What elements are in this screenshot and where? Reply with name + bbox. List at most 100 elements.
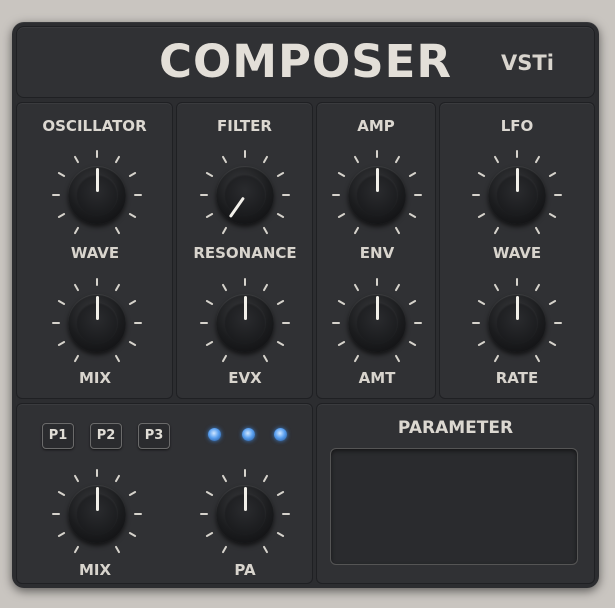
knob-tick: [337, 300, 346, 305]
status-led-3: [274, 428, 287, 441]
knob-tick: [276, 532, 285, 537]
parameter-section: PARAMETER: [316, 403, 595, 584]
amp-env-label: ENV: [359, 244, 395, 262]
knob-tick: [222, 226, 227, 235]
knob-tick: [222, 155, 227, 164]
oscillator-mix-label: MIX: [78, 369, 112, 387]
oscillator-title: OSCILLATOR: [42, 117, 147, 135]
knob-tick: [222, 283, 227, 292]
knob-tick: [57, 532, 66, 537]
filter-resonance-knob[interactable]: [197, 147, 293, 243]
knob-tick: [115, 155, 120, 164]
knob-tick: [494, 354, 499, 363]
knob-tick: [222, 474, 227, 483]
knob-tick: [74, 283, 79, 292]
oscillator-wave-knob[interactable]: [49, 147, 145, 243]
knob-tick: [205, 300, 214, 305]
knob-tick: [477, 172, 486, 177]
oscillator-section: OSCILLATOR WAVE MIX: [16, 102, 173, 399]
knob-tick: [128, 172, 137, 177]
knob-tick: [354, 226, 359, 235]
knob-tick: [276, 213, 285, 218]
filter-title: FILTER: [217, 117, 272, 135]
knob-tick: [535, 155, 540, 164]
knob-tick: [263, 354, 268, 363]
lfo-wave-knob[interactable]: [469, 147, 565, 243]
header-panel: COMPOSER VSTi: [16, 26, 595, 98]
plugin-subtitle: VSTi: [501, 51, 554, 75]
knob-tick: [408, 213, 417, 218]
amp-title: AMP: [357, 117, 395, 135]
preset-mix-knob[interactable]: [49, 466, 145, 562]
plugin-window: COMPOSER VSTi OSCILLATOR WAVE MIX FILTER…: [12, 22, 599, 588]
knob-tick: [115, 226, 120, 235]
parameter-display: [330, 448, 578, 565]
knob-tick: [395, 354, 400, 363]
amp-env-knob[interactable]: [329, 147, 425, 243]
knob-indicator: [96, 487, 99, 511]
preset-button-p3[interactable]: P3: [138, 423, 170, 449]
knob-tick: [57, 491, 66, 496]
amp-section: AMP ENV AMT: [316, 102, 436, 399]
knob-tick: [354, 354, 359, 363]
knob-tick: [337, 213, 346, 218]
preset-button-p2[interactable]: P2: [90, 423, 122, 449]
knob-tick: [354, 155, 359, 164]
amp-amt-knob[interactable]: [329, 275, 425, 371]
lfo-rate-knob[interactable]: [469, 275, 565, 371]
oscillator-mix-knob[interactable]: [49, 275, 145, 371]
filter-section: FILTER RESONANCE EVX: [176, 102, 313, 399]
knob-indicator: [96, 296, 99, 320]
knob-tick: [205, 341, 214, 346]
lfo-title: LFO: [500, 117, 534, 135]
lfo-section: LFO WAVE RATE: [439, 102, 595, 399]
knob-tick: [128, 532, 137, 537]
knob-tick: [74, 354, 79, 363]
knob-tick: [128, 300, 137, 305]
knob-tick: [115, 354, 120, 363]
knob-tick: [395, 226, 400, 235]
knob-tick: [477, 213, 486, 218]
knob-indicator: [516, 296, 519, 320]
knob-indicator: [96, 168, 99, 192]
knob-tick: [263, 545, 268, 554]
oscillator-wave-label: WAVE: [70, 244, 120, 262]
knob-tick: [74, 545, 79, 554]
knob-tick: [548, 172, 557, 177]
knob-tick: [276, 491, 285, 496]
knob-tick: [276, 341, 285, 346]
knob-tick: [395, 283, 400, 292]
preset-mix-label: MIX: [78, 561, 112, 579]
knob-tick: [128, 341, 137, 346]
status-led-1: [208, 428, 221, 441]
knob-tick: [74, 474, 79, 483]
knob-tick: [477, 341, 486, 346]
knob-tick: [205, 532, 214, 537]
knob-indicator: [376, 296, 379, 320]
preset-button-p1[interactable]: P1: [42, 423, 74, 449]
knob-tick: [408, 341, 417, 346]
knob-tick: [74, 226, 79, 235]
knob-tick: [57, 341, 66, 346]
knob-tick: [205, 491, 214, 496]
preset-pa-knob[interactable]: [197, 466, 293, 562]
knob-tick: [535, 354, 540, 363]
knob-tick: [115, 283, 120, 292]
knob-tick: [408, 172, 417, 177]
knob-tick: [337, 341, 346, 346]
amp-amt-label: AMT: [358, 369, 396, 387]
knob-tick: [263, 155, 268, 164]
preset-pa-label: PA: [234, 561, 256, 579]
knob-tick: [494, 226, 499, 235]
filter-evx-label: EVX: [228, 369, 262, 387]
knob-tick: [395, 155, 400, 164]
knob-tick: [115, 545, 120, 554]
knob-tick: [337, 172, 346, 177]
preset-section: P1 P2 P3 MIX PA: [16, 403, 313, 584]
lfo-wave-label: WAVE: [492, 244, 542, 262]
knob-tick: [494, 155, 499, 164]
knob-tick: [548, 341, 557, 346]
filter-evx-knob[interactable]: [197, 275, 293, 371]
knob-indicator: [244, 296, 247, 320]
knob-tick: [548, 213, 557, 218]
